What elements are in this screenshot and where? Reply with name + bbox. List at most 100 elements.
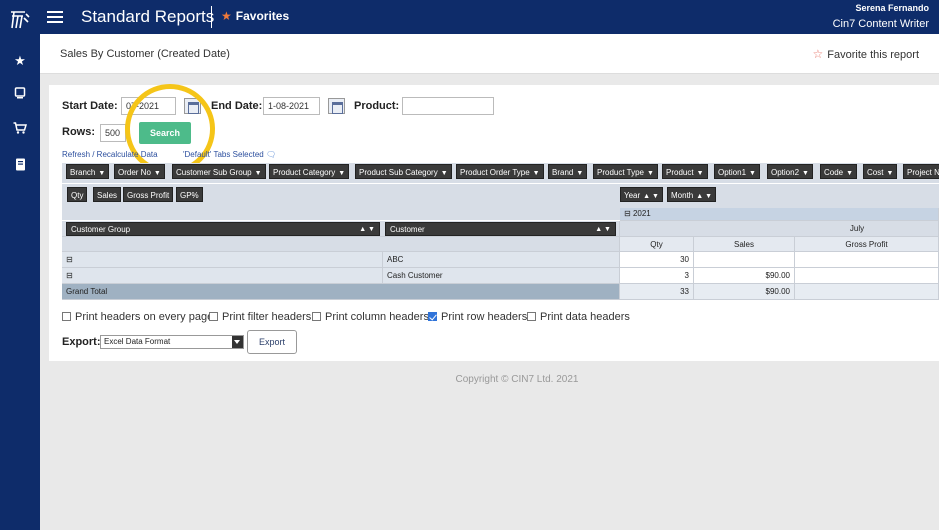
print-row-headers-option[interactable]: Print row headers	[428, 311, 527, 323]
dim-product-order-type[interactable]: Product Order Type ▼	[456, 164, 544, 179]
refresh-link[interactable]: Refresh / Recalculate Data	[62, 150, 158, 159]
year-header-row: ⊟ 2021	[62, 208, 939, 221]
measure-sales[interactable]: Sales	[93, 187, 122, 202]
measure-gp-percent[interactable]: GP%	[176, 187, 203, 202]
user-name[interactable]: Serena Fernando	[855, 3, 929, 13]
tabs-selected-label: 'Default' Tabs Selected	[183, 150, 264, 159]
print-column-headers-option[interactable]: Print column headers	[312, 311, 429, 323]
total-sales-cell: $90.00	[694, 284, 795, 300]
customer-group-header[interactable]: Customer Group ▲ ▼	[66, 222, 380, 236]
dim-label: Product	[666, 168, 694, 177]
dim-product-category[interactable]: Product Category ▼	[269, 164, 350, 179]
option-label: Print data headers	[540, 311, 630, 323]
book-icon[interactable]	[12, 158, 28, 174]
dim-order-no[interactable]: Order No ▼	[114, 164, 165, 179]
dim-label: Product Sub Category	[359, 168, 438, 177]
star-icon: ★	[221, 9, 232, 23]
dim-product-type[interactable]: Product Type ▼	[593, 164, 658, 179]
col-field-year[interactable]: Year ▲ ▼	[620, 187, 663, 202]
row-header-label: Customer	[390, 225, 425, 234]
grand-total-label: Grand Total	[62, 284, 620, 300]
option-label: Print column headers	[325, 311, 429, 323]
filter-arrow-icon: ▼	[647, 170, 654, 177]
measure-gross-profit[interactable]: Gross Profit	[123, 187, 174, 202]
sales-cell	[694, 252, 795, 268]
dim-branch[interactable]: Branch ▼	[66, 164, 110, 179]
dim-label: Option2	[771, 168, 800, 177]
group-cell[interactable]: ⊟	[62, 268, 383, 284]
customer-cell: ABC	[383, 252, 620, 268]
filter-arrow-icon: ▼	[576, 170, 584, 177]
year-cell[interactable]: ⊟ 2021	[620, 208, 939, 221]
option-label: Print filter headers	[222, 311, 312, 323]
export-button[interactable]: Export	[247, 330, 297, 354]
favorite-report-button[interactable]: ☆ Favorite this report	[813, 47, 919, 61]
group-cell[interactable]: ⊟	[62, 252, 383, 268]
customer-header[interactable]: Customer ▲ ▼	[385, 222, 616, 236]
dim-option2[interactable]: Option2 ▼	[767, 164, 813, 179]
end-date-calendar-icon[interactable]	[328, 98, 345, 114]
rows-input[interactable]: 500	[100, 124, 126, 142]
month-cell: July	[620, 221, 939, 237]
checkbox-checked[interactable]	[428, 312, 437, 321]
export-format-value: Excel Data Format	[104, 337, 171, 346]
total-qty-cell: 33	[620, 284, 694, 300]
dim-option1[interactable]: Option1 ▼	[714, 164, 760, 179]
checkbox[interactable]	[62, 312, 71, 321]
checkbox[interactable]	[527, 312, 536, 321]
col-field-label: Year	[624, 191, 641, 200]
year-label: 2021	[632, 209, 651, 218]
export-format-select[interactable]: Excel Data Format	[100, 335, 244, 349]
end-date-input[interactable]: 1-08-2021	[263, 97, 320, 115]
sort-filter-icon: ▲ ▼	[696, 193, 713, 200]
col-field-label: Month	[671, 191, 694, 200]
option-label: Print headers on every page	[75, 311, 214, 323]
checkbox[interactable]	[312, 312, 321, 321]
filter-arrow-icon: ▼	[440, 170, 448, 177]
sort-filter-icon: ▲ ▼	[595, 226, 611, 233]
print-headers-every-page-option[interactable]: Print headers on every page	[62, 311, 213, 323]
dim-product[interactable]: Product ▼	[662, 164, 708, 179]
favorites-link[interactable]: ★ Favorites	[221, 9, 289, 23]
measure-qty[interactable]: Qty	[67, 187, 88, 202]
sidebar: ★	[0, 34, 40, 530]
product-label: Product:	[354, 100, 400, 112]
checkbox[interactable]	[209, 312, 218, 321]
col-header-gross-profit: Gross Profit	[795, 237, 939, 252]
cin7-logo-icon[interactable]	[8, 8, 32, 30]
dim-label: Branch	[70, 168, 96, 177]
qty-cell: 3	[620, 268, 694, 284]
table-row: ⊟ ABC 30	[62, 252, 939, 268]
row-header-label: Customer Group	[71, 225, 131, 234]
product-input[interactable]	[402, 97, 494, 115]
favorites-label: Favorites	[235, 9, 290, 23]
gp-cell	[795, 268, 939, 284]
report-title: Sales By Customer (Created Date)	[60, 48, 230, 60]
dim-label: Order No	[118, 168, 151, 177]
dim-code[interactable]: Code ▼	[820, 164, 858, 179]
filter-arrow-icon: ▼	[153, 170, 161, 177]
print-filter-headers-option[interactable]: Print filter headers	[209, 311, 311, 323]
dim-project-n[interactable]: Project N	[903, 164, 939, 179]
star-outline-icon: ☆	[812, 47, 824, 61]
chevron-down-icon	[232, 336, 243, 348]
dim-cost[interactable]: Cost ▼	[863, 164, 898, 179]
dim-brand[interactable]: Brand ▼	[548, 164, 588, 179]
filter-arrow-icon: ▼	[696, 170, 704, 177]
filter-arrow-icon: ▼	[802, 170, 809, 177]
dim-customer-sub-group[interactable]: Customer Sub Group ▼	[172, 164, 266, 179]
col-field-month[interactable]: Month ▲ ▼	[667, 187, 717, 202]
menu-icon[interactable]	[47, 11, 63, 23]
col-header-qty: Qty	[620, 237, 694, 252]
col-header-sales: Sales	[694, 237, 795, 252]
device-icon[interactable]	[12, 87, 28, 103]
tabs-selected-link[interactable]: 'Default' Tabs Selected 🗨	[183, 150, 276, 159]
dim-label: Cost	[867, 168, 884, 177]
total-gp-cell	[795, 284, 939, 300]
print-data-headers-option[interactable]: Print data headers	[527, 311, 630, 323]
copyright: Copyright © CIN7 Ltd. 2021	[455, 374, 579, 385]
dim-product-sub-category[interactable]: Product Sub Category ▼	[355, 164, 452, 179]
cart-icon[interactable]	[12, 122, 28, 138]
sales-cell: $90.00	[694, 268, 795, 284]
favorites-star-icon[interactable]: ★	[12, 53, 28, 69]
